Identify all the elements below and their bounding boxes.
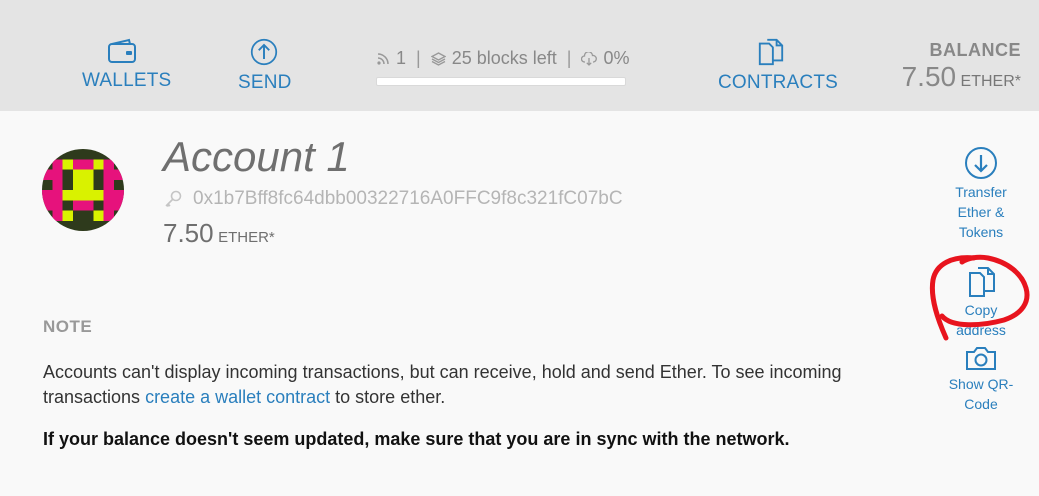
transfer-label: Transfer Ether & Tokens (955, 184, 1007, 240)
arrow-down-circle-icon (965, 147, 997, 179)
cloud-download-icon (581, 51, 598, 66)
arrow-up-circle-icon (250, 38, 278, 66)
nav-send[interactable]: SEND (238, 38, 292, 94)
nav-wallets[interactable]: WALLETS (82, 38, 171, 92)
account-actions: Transfer Ether & Tokens Copy address Sho… (936, 146, 1026, 414)
nav-wallets-label: WALLETS (82, 70, 172, 91)
create-wallet-contract-link[interactable]: create a wallet contract (145, 387, 330, 407)
nav-send-label: SEND (238, 72, 292, 93)
separator: | (566, 48, 572, 68)
note-text-after: to store ether. (330, 387, 446, 407)
nav-contracts[interactable]: CONTRACTS (718, 38, 838, 94)
account-balance-value: 7.50 (163, 218, 214, 248)
separator: | (416, 48, 421, 68)
camera-icon (966, 347, 996, 370)
balance-unit: ETHER* (960, 73, 1021, 90)
balance-value: 7.50 (901, 61, 957, 92)
key-icon (165, 190, 182, 208)
sync-status: 1 | 25 blocks left | 0% (376, 48, 632, 86)
sync-progress-bar (376, 77, 626, 86)
account-address[interactable]: 0x1b7Bff8fc64dbb00322716A0FFC9f8c321fC07… (193, 188, 623, 210)
transfer-button[interactable]: Transfer Ether & Tokens (936, 146, 1026, 242)
peer-count: 1 (396, 48, 407, 68)
show-qr-button[interactable]: Show QR-Code (936, 344, 1026, 414)
nav-contracts-label: CONTRACTS (718, 72, 839, 93)
account-balance: 7.50 ETHER* (163, 218, 275, 249)
account-balance-unit: ETHER* (218, 229, 275, 246)
layers-icon (430, 51, 446, 66)
document-copy-icon (758, 38, 784, 66)
copy-icon (969, 267, 995, 297)
sync-warning-text: If your balance doesn't seem updated, ma… (43, 429, 790, 449)
total-balance: BALANCE 7.50 ETHER* (902, 40, 1021, 93)
blocks-left: 25 blocks left (451, 48, 557, 68)
top-navigation-bar: WALLETS SEND 1 | 25 blocks left | 0% CON… (0, 0, 1039, 111)
account-identicon (42, 149, 124, 231)
copy-address-button[interactable]: Copy address (936, 266, 1026, 336)
account-title: Account 1 (163, 133, 350, 180)
peers-icon (377, 52, 389, 65)
account-address-row[interactable]: 0x1b7Bff8fc64dbb00322716A0FFC9f8c321fC07… (163, 188, 623, 210)
note-heading: NOTE (43, 317, 93, 336)
wallet-icon (108, 38, 136, 63)
show-qr-label: Show QR-Code (948, 376, 1014, 412)
note-text: Accounts can't display incoming transact… (43, 360, 903, 410)
balance-label: BALANCE (929, 40, 1021, 60)
sync-progress-text: 0% (603, 48, 630, 68)
copy-address-label: Copy address (956, 302, 1006, 336)
